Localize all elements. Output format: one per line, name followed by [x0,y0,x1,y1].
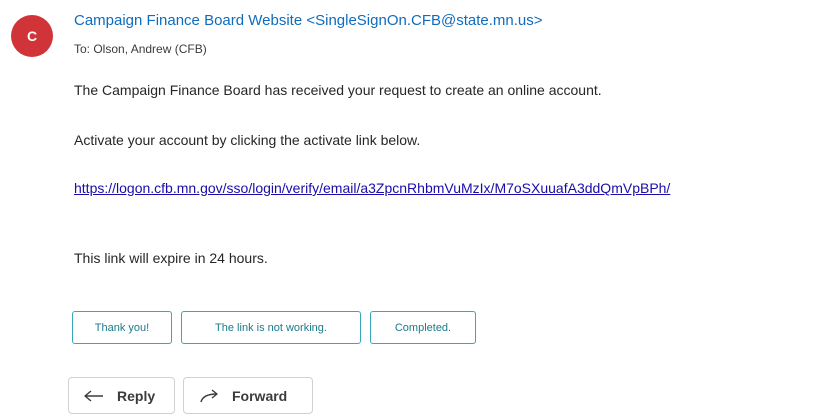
message-paragraph-2: Activate your account by clicking the ac… [74,132,421,148]
suggested-reply-thank-you[interactable]: Thank you! [72,311,172,344]
reply-label: Reply [117,387,156,404]
suggested-reply-completed[interactable]: Completed. [370,311,476,344]
message-paragraph-1: The Campaign Finance Board has received … [74,82,602,98]
activation-link[interactable]: https://logon.cfb.mn.gov/sso/login/verif… [74,180,670,196]
recipient-line: To: Olson, Andrew (CFB) [74,42,207,56]
message-paragraph-3: This link will expire in 24 hours. [74,250,268,266]
reply-arrow-icon [83,388,105,404]
suggested-reply-link-not-working[interactable]: The link is not working. [181,311,361,344]
forward-label: Forward [232,387,288,404]
suggested-replies: Thank you! The link is not working. Comp… [72,311,476,344]
forward-arrow-icon [198,388,220,404]
message-actions: Reply Forward [68,377,313,414]
forward-button[interactable]: Forward [183,377,313,414]
avatar: C [11,15,53,57]
reply-button[interactable]: Reply [68,377,175,414]
sender-name[interactable]: Campaign Finance Board Website <SingleSi… [74,12,543,29]
